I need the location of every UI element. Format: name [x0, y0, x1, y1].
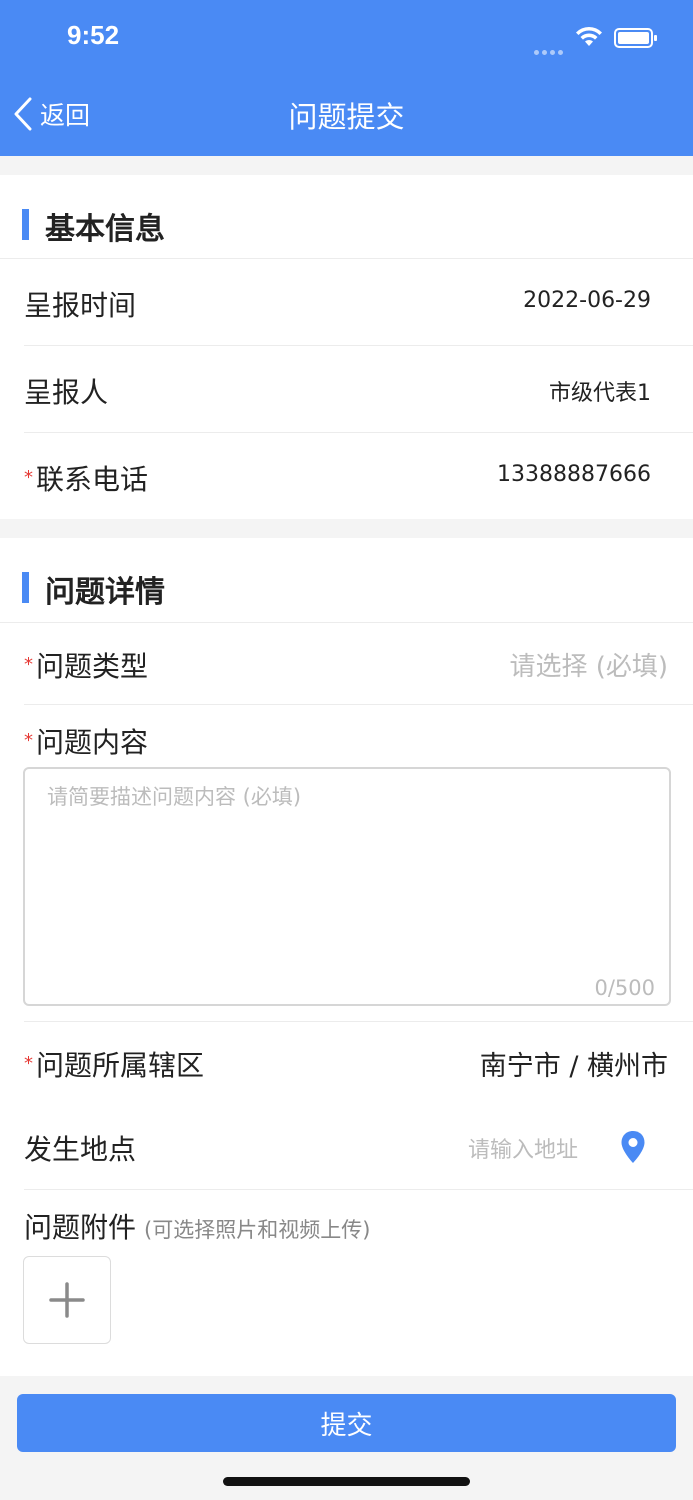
- problem-type-row[interactable]: * 问题类型 请选择 (必填): [0, 623, 693, 703]
- attachment-label: 问题附件 (可选择照片和视频上传): [24, 1211, 371, 1244]
- problem-content-label: * 问题内容: [24, 726, 149, 759]
- required-mark: *: [24, 1053, 33, 1074]
- battery-icon: [614, 28, 657, 48]
- add-attachment-button[interactable]: [23, 1256, 111, 1344]
- phone-row[interactable]: * 联系电话 13388887666: [0, 433, 693, 519]
- required-mark: *: [24, 654, 33, 675]
- reporter-value: 市级代表1: [549, 381, 651, 406]
- attachment-hint: (可选择照片和视频上传): [144, 1218, 371, 1242]
- home-indicator: [223, 1477, 470, 1486]
- detail-section-header: 问题详情: [0, 538, 693, 622]
- textarea-placeholder: 请简要描述问题内容 (必填): [47, 785, 302, 809]
- divider: [24, 1189, 693, 1190]
- district-value[interactable]: 南宁市 / 横州市: [480, 1044, 668, 1083]
- location-pin-icon[interactable]: [620, 1130, 646, 1164]
- app-header: 9:52 返回 问题提交: [0, 0, 693, 156]
- plus-icon: [49, 1282, 85, 1318]
- page-title: 问题提交: [288, 100, 405, 134]
- submit-button[interactable]: 提交: [17, 1394, 676, 1452]
- section-accent-bar: [22, 209, 29, 240]
- location-row: 发生地点 请输入地址: [0, 1104, 693, 1188]
- report-time-value: 2022-06-29: [523, 288, 651, 313]
- divider: [24, 704, 693, 705]
- problem-detail-card: 问题详情 * 问题类型 请选择 (必填) * 问题内容 请简要描述问题内容 (必填)…: [0, 538, 693, 1376]
- required-mark: *: [24, 467, 33, 488]
- location-input[interactable]: 请输入地址: [468, 1132, 578, 1164]
- problem-content-textarea[interactable]: 请简要描述问题内容 (必填) 0/500: [23, 767, 671, 1006]
- problem-type-label: * 问题类型: [24, 650, 149, 683]
- char-counter: 0/500: [594, 976, 655, 1000]
- phone-value[interactable]: 13388887666: [497, 462, 651, 487]
- basic-info-section-header: 基本信息: [0, 175, 693, 259]
- district-row[interactable]: * 问题所属辖区 南宁市 / 横州市: [0, 1022, 693, 1104]
- section-title: 基本信息: [45, 212, 165, 247]
- report-time-label: 呈报时间: [24, 289, 137, 322]
- reporter-label: 呈报人: [24, 376, 109, 409]
- location-label: 发生地点: [24, 1133, 137, 1166]
- basic-info-card: 基本信息 呈报时间 2022-06-29 呈报人 市级代表1 * 联系电话 133…: [0, 175, 693, 519]
- report-time-row: 呈报时间 2022-06-29: [0, 259, 693, 345]
- phone-label: * 联系电话: [24, 463, 149, 496]
- reporter-row: 呈报人 市级代表1: [0, 346, 693, 432]
- section-title: 问题详情: [45, 575, 165, 610]
- problem-type-select[interactable]: 请选择 (必填): [509, 646, 668, 683]
- wifi-icon: [576, 26, 602, 46]
- section-accent-bar: [22, 572, 29, 603]
- district-label: * 问题所属辖区: [24, 1049, 205, 1082]
- signal-icon: [534, 40, 566, 55]
- status-time: 9:52: [67, 20, 120, 50]
- required-mark: *: [24, 730, 33, 751]
